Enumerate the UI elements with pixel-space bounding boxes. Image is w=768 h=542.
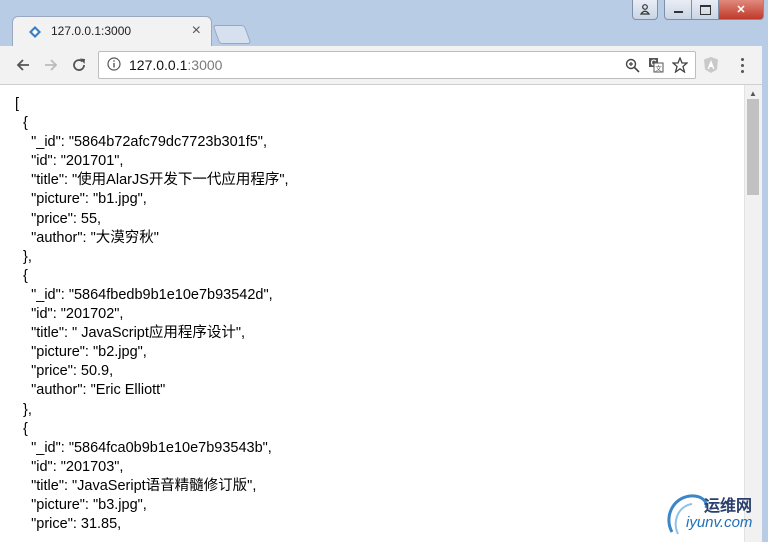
back-arrow-icon	[16, 59, 29, 71]
browser-toolbar: 127.0.0.1:3000 G 文	[0, 46, 768, 85]
tab-title: 127.0.0.1:3000	[51, 24, 132, 38]
angular-favicon-icon	[29, 26, 41, 38]
url-port: :3000	[187, 57, 223, 73]
url-host: 127.0.0.1	[129, 57, 188, 73]
back-button[interactable]	[12, 54, 34, 76]
omnibox-actions: G 文	[623, 56, 689, 74]
star-icon	[672, 57, 688, 73]
watermark-en-text: iyunv.com	[686, 514, 753, 531]
new-tab-button[interactable]	[212, 25, 252, 44]
json-response-text: [ { "_id": "5864b72afc79dc7723b301f5", "…	[15, 96, 289, 533]
angular-extension-icon[interactable]	[702, 56, 720, 74]
info-icon[interactable]	[107, 57, 121, 71]
watermark-logo: 运维网 iyunv.com	[664, 488, 764, 540]
translate-icon[interactable]: G 文	[647, 56, 665, 74]
bookmark-star-icon[interactable]	[671, 56, 689, 74]
window-controls: ✕	[632, 0, 764, 20]
page-content: [ { "_id": "5864b72afc79dc7723b301f5", "…	[0, 85, 744, 542]
scrollbar-thumb[interactable]	[747, 99, 759, 195]
zoom-magnifier-icon	[625, 58, 640, 73]
vertical-scrollbar[interactable]: ▲	[744, 85, 762, 542]
minimize-icon	[673, 11, 683, 13]
reload-button[interactable]	[68, 54, 90, 76]
tab-close-icon[interactable]: ×	[192, 22, 201, 40]
maximize-button[interactable]	[692, 0, 719, 20]
user-profile-button[interactable]	[632, 0, 658, 20]
address-bar[interactable]: 127.0.0.1:3000 G 文	[98, 51, 696, 79]
user-icon	[640, 4, 650, 15]
zoom-icon[interactable]	[623, 56, 641, 74]
translate-g-icon: G 文	[649, 58, 664, 73]
url-text[interactable]: 127.0.0.1:3000	[129, 57, 222, 73]
forward-arrow-icon	[45, 59, 58, 71]
watermark-cn-text: 运维网	[704, 498, 753, 515]
svg-text:文: 文	[655, 64, 662, 73]
menu-kebab-icon[interactable]	[736, 54, 748, 76]
close-window-button[interactable]: ✕	[719, 0, 764, 20]
browser-tab[interactable]: 127.0.0.1:3000 ×	[12, 16, 212, 47]
close-icon: ✕	[736, 4, 746, 16]
reload-icon	[73, 58, 85, 71]
title-bar: 127.0.0.1:3000 × ✕	[0, 0, 768, 47]
window-border	[762, 46, 768, 542]
scroll-up-arrow-icon[interactable]: ▲	[749, 89, 757, 98]
maximize-icon	[699, 4, 711, 15]
forward-button[interactable]	[40, 54, 62, 76]
minimize-button[interactable]	[664, 0, 692, 20]
